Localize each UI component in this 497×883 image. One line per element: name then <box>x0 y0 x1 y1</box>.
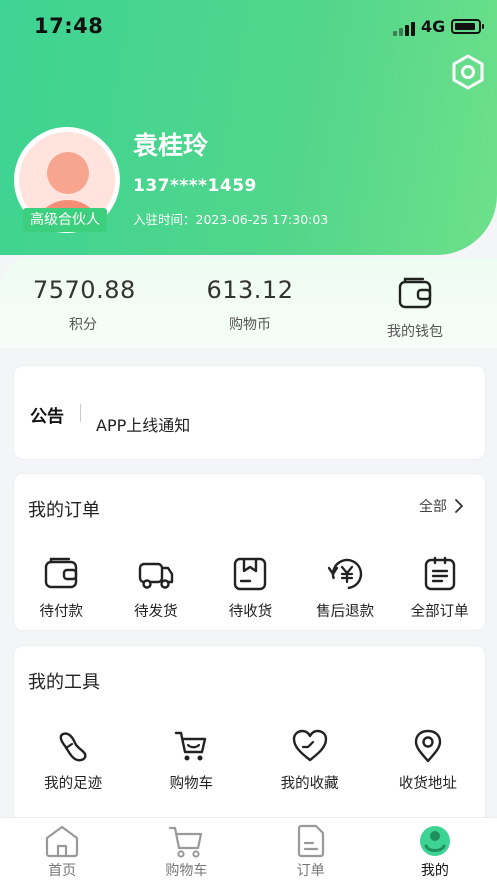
order-status-row: 待付款 待发货 待收货 售后退款 全部订单 <box>14 556 487 621</box>
battery-icon <box>451 19 484 34</box>
cart-icon <box>175 731 207 761</box>
tool-address[interactable]: 收货地址 <box>369 728 487 793</box>
tab-label: 我的 <box>420 863 449 879</box>
refund-icon <box>327 558 363 590</box>
notice-divider <box>80 404 81 422</box>
order-item-label: 售后退款 <box>316 604 375 620</box>
member-badge: 高级合伙人 <box>23 208 107 232</box>
wallet-icon <box>45 557 78 589</box>
bottom-tab-bar: 首页 购物车 订单 我的 <box>0 817 497 883</box>
tab-label: 购物车 <box>165 863 208 879</box>
tab-label: 订单 <box>296 863 325 879</box>
notice-card[interactable]: 公告 APP上线通知 <box>13 365 486 460</box>
tab-profile[interactable]: 我的 <box>373 818 497 883</box>
tool-footprint[interactable]: 我的足迹 <box>14 728 132 793</box>
truck-icon <box>138 562 174 589</box>
order-icon <box>297 824 324 858</box>
tools-row: 我的足迹 购物车 我的收藏 收货地址 <box>14 728 487 793</box>
home-icon <box>46 825 79 858</box>
points-stat[interactable]: 7570.88 积分 <box>33 276 136 334</box>
all-orders-label: 全部 <box>419 499 447 515</box>
order-item-label: 待付款 <box>39 604 84 620</box>
tool-item-label: 我的足迹 <box>44 776 103 792</box>
account-stats: 7570.88 积分 613.12 购物币 我的钱包 <box>0 258 497 348</box>
user-phone: 137****1459 <box>133 176 257 196</box>
order-pending-receipt[interactable]: 待收货 <box>203 556 298 621</box>
all-orders-link[interactable]: 全部 <box>419 496 465 516</box>
user-name: 袁桂玲 <box>133 131 209 160</box>
status-bar: 17:48 4G <box>0 0 497 56</box>
tool-favorites[interactable]: 我的收藏 <box>251 728 369 793</box>
tools-card: 我的工具 我的足迹 购物车 我的收藏 收货地址 <box>13 645 486 830</box>
profile-icon <box>419 826 450 856</box>
profile-header: 17:48 4G 高级合伙人 袁桂玲 137****1459 入驻时间：2023… <box>0 0 497 255</box>
tools-title: 我的工具 <box>28 672 100 693</box>
points-label: 积分 <box>69 317 97 333</box>
wallet-icon <box>398 277 432 309</box>
notice-title: 公告 <box>30 407 64 427</box>
wallet-button[interactable]: 我的钱包 <box>380 272 450 341</box>
chevron-right-icon <box>455 499 463 513</box>
tab-home[interactable]: 首页 <box>0 818 124 883</box>
tool-item-label: 我的收藏 <box>280 776 339 792</box>
signal-icon <box>393 22 415 36</box>
tab-cart[interactable]: 购物车 <box>124 818 248 883</box>
footprint-icon <box>59 732 87 762</box>
status-time: 17:48 <box>34 14 104 38</box>
points-value: 7570.88 <box>33 276 136 304</box>
orders-title: 我的订单 <box>28 500 100 521</box>
tool-item-label: 购物车 <box>169 776 214 792</box>
tool-item-label: 收货地址 <box>398 776 457 792</box>
orders-card: 我的订单 全部 待付款 待发货 待收货 售后退款 全部订单 <box>13 473 486 631</box>
settings-icon[interactable] <box>449 53 487 91</box>
order-all[interactable]: 全部订单 <box>392 556 487 621</box>
network-label: 4G <box>421 17 446 36</box>
order-item-label: 待发货 <box>134 604 178 620</box>
location-icon <box>414 729 442 763</box>
tab-label: 首页 <box>48 863 77 879</box>
package-icon <box>234 557 267 591</box>
cart-icon <box>169 826 203 858</box>
coins-value: 613.12 <box>206 276 294 304</box>
heart-icon <box>292 729 327 762</box>
tab-orders[interactable]: 订单 <box>249 818 373 883</box>
order-item-label: 待收货 <box>228 604 273 620</box>
coins-label: 购物币 <box>229 317 271 333</box>
tool-cart[interactable]: 购物车 <box>132 728 250 793</box>
document-icon <box>424 556 455 591</box>
order-item-label: 全部订单 <box>410 604 469 620</box>
order-pending-shipment[interactable]: 待发货 <box>109 556 204 621</box>
order-pending-payment[interactable]: 待付款 <box>14 556 109 621</box>
notice-text[interactable]: APP上线通知 <box>96 412 190 436</box>
coins-stat[interactable]: 613.12 购物币 <box>200 276 300 334</box>
order-refund[interactable]: 售后退款 <box>298 556 393 621</box>
wallet-label: 我的钱包 <box>387 324 443 340</box>
join-time: 入驻时间：2023-06-25 17:30:03 <box>133 212 329 227</box>
